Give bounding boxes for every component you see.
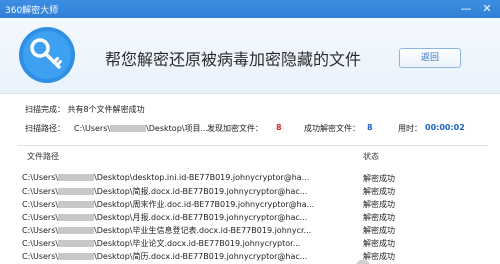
col-status-header: 状态 (363, 152, 379, 161)
scan-path-prefix: C:\Users\ (74, 124, 111, 133)
page-headline: 帮您解密还原被病毒加密隐藏的文件 (105, 50, 362, 69)
window-title: 360解密大师 (5, 6, 59, 16)
redacted-username (58, 188, 95, 195)
scan-path-value: C:\Users\ \Desktop\项目... (74, 123, 208, 134)
decrypt-status: 解密成功 (363, 239, 395, 248)
table-row[interactable]: C:\Users\ \Desktop\毕业论文.docx.id-BE77B019.… (18, 237, 488, 250)
file-path: C:\Users\ \Desktop\月报.docx.id-BE77B019.jo… (22, 213, 308, 222)
time-value: 00:00:02 (425, 123, 465, 132)
header-banner: 帮您解密还原被病毒加密隐藏的文件 返回 (0, 18, 500, 94)
table-row[interactable]: C:\Users\ \Desktop\desktop.ini.id-BE77B01… (18, 172, 488, 185)
redacted-username (58, 253, 95, 260)
table-row[interactable]: C:\Users\ \Desktop\月报.docx.id-BE77B019.jo… (18, 211, 488, 224)
title-bar: 360解密大师 — ✕ (0, 0, 500, 18)
table-header: 文件路径 状态 (18, 146, 488, 164)
key-icon (19, 27, 75, 83)
time-label: 用时： (398, 124, 422, 133)
scan-details: 扫描路径： C:\Users\ \Desktop\项目... 发现加密文件： 8 … (25, 123, 495, 135)
table-row[interactable]: C:\Users\ \Desktop\毕业生信息登记表.docx.id-BE77B… (18, 224, 488, 237)
table-row[interactable]: C:\Users\ \Desktop\周末作业.doc.id-BE77B019.j… (18, 198, 488, 211)
minimize-button[interactable]: — (458, 1, 474, 16)
found-label: 发现加密文件： (207, 124, 263, 133)
success-label: 成功解密文件： (304, 124, 360, 133)
result-table: 文件路径 状态 C:\Users\ \Desktop\desktop.ini.id… (18, 145, 488, 264)
scan-done-label: 扫描完成： (25, 105, 65, 114)
decrypt-status: 解密成功 (363, 174, 395, 183)
redacted-username (58, 240, 95, 247)
table-body: C:\Users\ \Desktop\desktop.ini.id-BE77B01… (18, 172, 488, 263)
file-path: C:\Users\ \Desktop\简历.docx.id-BE77B019.jo… (22, 252, 308, 261)
scroll-handle[interactable] (356, 260, 370, 264)
redacted-username (58, 214, 95, 221)
scan-summary: 扫描完成： 共有8个文件解密成功 (25, 104, 145, 115)
back-button[interactable]: 返回 (399, 48, 461, 68)
success-count: 8 (367, 123, 373, 132)
decrypt-status: 解密成功 (363, 213, 395, 222)
scan-path-suffix: \Desktop\项目... (146, 124, 209, 133)
scan-path-label: 扫描路径： (25, 124, 65, 133)
col-path-header: 文件路径 (27, 152, 59, 161)
table-row[interactable]: C:\Users\ \Desktop\简历.docx.id-BE77B019.jo… (18, 250, 488, 263)
file-path: C:\Users\ \Desktop\毕业论文.docx.id-BE77B019.… (22, 239, 301, 248)
redacted-username (110, 125, 147, 132)
redacted-username (58, 201, 95, 208)
file-path: C:\Users\ \Desktop\毕业生信息登记表.docx.id-BE77B… (22, 226, 312, 235)
found-count: 8 (276, 123, 282, 132)
table-row[interactable]: C:\Users\ \Desktop\简报.docx.id-BE77B019.jo… (18, 185, 488, 198)
decrypt-status: 解密成功 (363, 187, 395, 196)
file-path: C:\Users\ \Desktop\简报.docx.id-BE77B019.jo… (22, 187, 308, 196)
redacted-username (58, 227, 95, 234)
file-path: C:\Users\ \Desktop\desktop.ini.id-BE77B01… (22, 173, 310, 182)
close-button[interactable]: ✕ (479, 1, 495, 16)
decrypt-status: 解密成功 (363, 200, 395, 209)
redacted-username (58, 174, 95, 181)
decrypt-status: 解密成功 (363, 252, 395, 261)
decrypt-status: 解密成功 (363, 226, 395, 235)
file-path: C:\Users\ \Desktop\周末作业.doc.id-BE77B019.j… (22, 200, 315, 209)
scan-done-text: 共有8个文件解密成功 (67, 105, 145, 114)
